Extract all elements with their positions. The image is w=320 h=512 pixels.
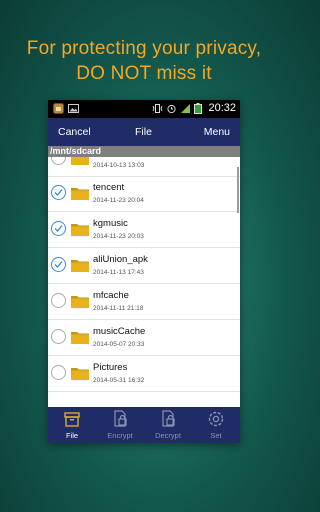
status-bar: 20:32: [48, 100, 240, 118]
image-notification-icon: [68, 103, 79, 114]
file-name: mfcache: [93, 290, 129, 301]
folder-icon: [71, 186, 89, 200]
page-title: File: [135, 126, 152, 138]
checkbox-checked[interactable]: [51, 185, 66, 200]
folder-icon: [71, 366, 89, 380]
checkbox[interactable]: [51, 157, 66, 165]
encrypt-tab-icon: [110, 409, 130, 429]
checkbox[interactable]: [51, 329, 66, 344]
folder-icon: [71, 157, 89, 165]
cancel-button[interactable]: Cancel: [58, 126, 91, 138]
tab-label: Encrypt: [107, 431, 133, 440]
menu-button[interactable]: Menu: [204, 126, 230, 138]
bottom-tab-bar: File Encrypt Decrypt Set: [48, 407, 240, 443]
tab-label: File: [65, 431, 79, 440]
phone-screen: 20:32 Cancel File Menu /mnt/sdcard 2014-…: [48, 100, 240, 443]
check-icon: [54, 189, 63, 196]
tab-label: Decrypt: [155, 431, 181, 440]
promo-text: For protecting your privacy, DO NOT miss…: [0, 36, 288, 86]
list-item[interactable]: tencent 2014-11-23 20:04: [48, 176, 240, 212]
list-item[interactable]: Pictures 2014-05-31 16:32: [48, 356, 240, 392]
battery-icon: [194, 102, 205, 114]
list-item[interactable]: musicCache 2014-05-07 20:33: [48, 320, 240, 356]
list-item[interactable]: mfcache 2014-11-11 21:18: [48, 284, 240, 320]
file-list[interactable]: 2014-10-13 13:03 tencent 2014-11-23 20:04 k…: [48, 157, 240, 407]
file-date: 2014-11-11 21:18: [93, 305, 144, 312]
file-date: 2014-10-13 13:03: [93, 162, 145, 169]
file-name: aliUnion_apk: [93, 254, 148, 265]
current-path: /mnt/sdcard: [48, 146, 240, 157]
promo-line-1: For protecting your privacy,: [26, 38, 262, 59]
settings-tab-icon: [206, 409, 226, 429]
file-date: 2014-11-23 20:04: [93, 197, 144, 204]
folder-icon: [71, 222, 89, 236]
decrypt-tab-icon: [158, 409, 178, 429]
clock: 20:32: [208, 102, 236, 114]
tab-file[interactable]: File: [48, 407, 96, 443]
checkbox-checked[interactable]: [51, 221, 66, 236]
app-bar: Cancel File Menu: [48, 118, 240, 146]
scrollbar[interactable]: [237, 167, 239, 213]
tab-encrypt[interactable]: Encrypt: [96, 407, 144, 443]
file-date: 2014-05-07 20:33: [93, 341, 145, 348]
file-date: 2014-11-23 20:03: [93, 233, 144, 240]
file-name: musicCache: [93, 326, 146, 337]
signal-icon: [180, 103, 191, 114]
file-tab-icon: [62, 409, 82, 429]
folder-icon: [71, 330, 89, 344]
file-name: kgmusic: [93, 218, 128, 229]
file-name: tencent: [93, 182, 125, 193]
vibrate-icon: [152, 103, 163, 114]
checkbox[interactable]: [51, 365, 66, 380]
file-name: Pictures: [93, 362, 128, 373]
checkbox[interactable]: [51, 293, 66, 308]
file-date: 2014-05-31 16:32: [93, 377, 145, 384]
check-icon: [54, 261, 63, 268]
folder-icon: [71, 294, 89, 308]
check-icon: [54, 225, 63, 232]
tab-set[interactable]: Set: [192, 407, 240, 443]
promo-line-2: DO NOT miss it: [76, 63, 212, 84]
app-notification-icon: [53, 103, 64, 114]
checkbox-checked[interactable]: [51, 257, 66, 272]
list-item[interactable]: 2014-10-13 13:03: [48, 157, 240, 177]
file-date: 2014-11-13 17:43: [93, 269, 144, 276]
tab-decrypt[interactable]: Decrypt: [144, 407, 192, 443]
list-item[interactable]: aliUnion_apk 2014-11-13 17:43: [48, 248, 240, 284]
folder-icon: [71, 258, 89, 272]
alarm-icon: [166, 103, 177, 114]
list-item[interactable]: kgmusic 2014-11-23 20:03: [48, 212, 240, 248]
tab-label: Set: [210, 431, 222, 440]
